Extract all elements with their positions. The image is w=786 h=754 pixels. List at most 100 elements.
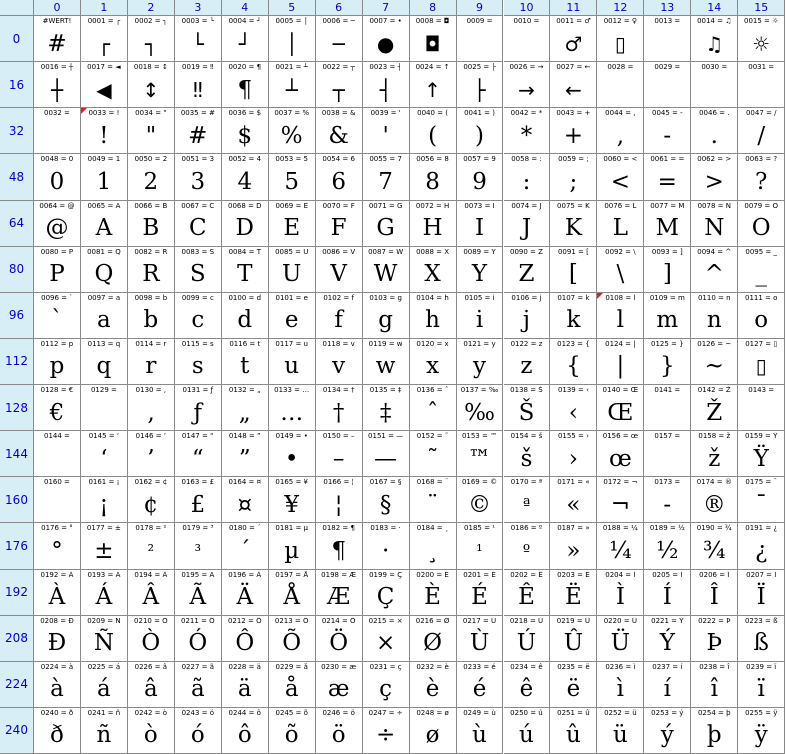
char-cell[interactable]: 0249 = ù ù [456,707,504,754]
char-cell[interactable]: 0045 = - - [644,108,692,155]
char-cell[interactable]: 0203 = Ë Ë [550,569,598,616]
char-cell[interactable]: 0033 = !! [80,108,128,155]
char-cell[interactable]: 0214 = Ö Ö [315,615,363,662]
char-cell[interactable]: 0093 = ]] [644,246,692,293]
char-cell[interactable]: 0123 = {{ [550,338,598,385]
char-cell[interactable]: 0019 = ‼ ‼ [174,62,222,109]
char-cell[interactable]: 0104 = h h [409,292,457,339]
char-cell[interactable]: #WERT! # [34,16,81,63]
char-cell[interactable]: 0046 = .. [691,108,739,155]
char-cell[interactable]: 0008 = ◘ ◘ [409,16,457,63]
char-cell[interactable]: 0023 = ┤ ┤ [362,62,410,109]
char-cell[interactable]: 0168 = ¨ ¨ [409,477,457,524]
char-cell[interactable]: 0078 = N N [691,200,739,247]
char-cell[interactable]: 0004 = ┘ ┘ [221,16,269,63]
char-cell[interactable]: 0187 = » » [550,523,598,570]
char-cell[interactable]: 0154 = š š [503,431,551,478]
char-cell[interactable]: 0200 = È È [409,569,457,616]
char-cell[interactable]: 0188 = ¼ ¼ [597,523,645,570]
char-cell[interactable]: 0173 = - [644,477,692,524]
char-cell[interactable]: 0156 = œ œ [597,431,645,478]
char-cell[interactable]: 0012 = ♀ ▯ [597,16,645,63]
char-cell[interactable]: 0129 = [80,385,128,432]
char-cell[interactable]: 0122 = z z [503,338,551,385]
char-cell[interactable]: 0100 = d d [221,292,269,339]
char-cell[interactable]: 0219 = Û Û [550,615,598,662]
char-cell[interactable]: 0234 = ê ê [503,661,551,708]
char-cell[interactable]: 0255 = ÿ ÿ [738,707,786,754]
char-cell[interactable]: 0133 = …… [268,385,316,432]
char-cell[interactable]: 0209 = Ñ Ñ [80,615,128,662]
char-cell[interactable]: 0043 = + + [550,108,598,155]
char-cell[interactable]: 0247 = ÷ ÷ [362,707,410,754]
char-cell[interactable]: 0159 = Ÿ Ÿ [738,431,786,478]
char-cell[interactable]: 0030 = [691,62,739,109]
char-cell[interactable]: 0024 = ↑ ↑ [409,62,457,109]
char-cell[interactable]: 0130 = ‚ ‚ [127,385,175,432]
char-cell[interactable]: 0174 = ® ® [691,477,739,524]
char-cell[interactable]: 0220 = Ü Ü [597,615,645,662]
char-cell[interactable]: 0212 = Ô Ô [221,615,269,662]
char-cell[interactable]: 0162 = ¢ ¢ [127,477,175,524]
char-cell[interactable]: 0113 = q q [80,338,128,385]
char-cell[interactable]: 0207 = Ï Ï [738,569,786,616]
char-cell[interactable]: 0081 = Q Q [80,246,128,293]
char-cell[interactable]: 0131 = ƒ ƒ [174,385,222,432]
char-cell[interactable]: 0149 = • • [268,431,316,478]
char-cell[interactable]: 0181 = µ µ [268,523,316,570]
char-cell[interactable]: 0125 = }} [644,338,692,385]
char-cell[interactable]: 0006 = ─ ─ [315,16,363,63]
char-cell[interactable]: 0141 = [644,385,692,432]
char-cell[interactable]: 0144 = [34,431,81,478]
char-cell[interactable]: 0204 = Ì Ì [597,569,645,616]
char-cell[interactable]: 0177 = ± ± [80,523,128,570]
char-cell[interactable]: 0035 = # # [174,108,222,155]
char-cell[interactable]: 0169 = © © [456,477,504,524]
char-cell[interactable]: 0025 = ├ ├ [456,62,504,109]
char-cell[interactable]: 0196 = Ä Ä [221,569,269,616]
char-cell[interactable]: 0134 = † † [315,385,363,432]
char-cell[interactable]: 0170 = ª ª [503,477,551,524]
char-cell[interactable]: 0239 = ï ï [738,661,786,708]
char-cell[interactable]: 0087 = W W [362,246,410,293]
char-cell[interactable]: 0112 = p p [34,338,81,385]
char-cell[interactable]: 0152 = ˜ ˜ [409,431,457,478]
char-cell[interactable]: 0128 = € € [34,385,81,432]
char-cell[interactable]: 0095 = _ _ [738,246,786,293]
char-cell[interactable]: 0016 = ┼ ┼ [34,62,81,109]
char-cell[interactable]: 0166 = ¦ ¦ [315,477,363,524]
char-cell[interactable]: 0223 = ß ß [738,615,786,662]
char-cell[interactable]: 0052 = 4 4 [221,154,269,201]
char-cell[interactable]: 0044 = ,, [597,108,645,155]
char-cell[interactable]: 0251 = û û [550,707,598,754]
char-cell[interactable]: 0199 = Ç Ç [362,569,410,616]
char-cell[interactable]: 0229 = å å [268,661,316,708]
char-cell[interactable]: 0037 = %% [268,108,316,155]
char-cell[interactable]: 0057 = 9 9 [456,154,504,201]
char-cell[interactable]: 0042 = * * [503,108,551,155]
char-cell[interactable]: 0069 = E E [268,200,316,247]
char-cell[interactable]: 0237 = í í [644,661,692,708]
char-cell[interactable]: 0077 = M M [644,200,692,247]
char-cell[interactable]: 0063 = ?? [738,154,786,201]
char-cell[interactable]: 0197 = Å Å [268,569,316,616]
char-cell[interactable]: 0074 = J J [503,200,551,247]
char-cell[interactable]: 0236 = ì ì [597,661,645,708]
char-cell[interactable]: 0118 = v v [315,338,363,385]
char-cell[interactable]: 0098 = b b [127,292,175,339]
char-cell[interactable]: 0226 = â â [127,661,175,708]
char-cell[interactable]: 0048 = 0 0 [34,154,81,201]
char-cell[interactable]: 0210 = Ò Ò [127,615,175,662]
char-cell[interactable]: 0140 = Œ Œ [597,385,645,432]
char-cell[interactable]: 0137 = ‰ ‰ [456,385,504,432]
char-cell[interactable]: 0079 = O O [738,200,786,247]
char-cell[interactable]: 0116 = t t [221,338,269,385]
char-cell[interactable]: 0189 = ½ ½ [644,523,692,570]
char-cell[interactable]: 0034 = " " [127,108,175,155]
char-cell[interactable]: 0002 = ┐ ┐ [127,16,175,63]
char-cell[interactable]: 0028 = [597,62,645,109]
char-cell[interactable]: 0165 = ¥ ¥ [268,477,316,524]
char-cell[interactable]: 0039 = ' ' [362,108,410,155]
char-cell[interactable]: 0176 = ° ° [34,523,81,570]
char-cell[interactable]: 0195 = Ã Ã [174,569,222,616]
